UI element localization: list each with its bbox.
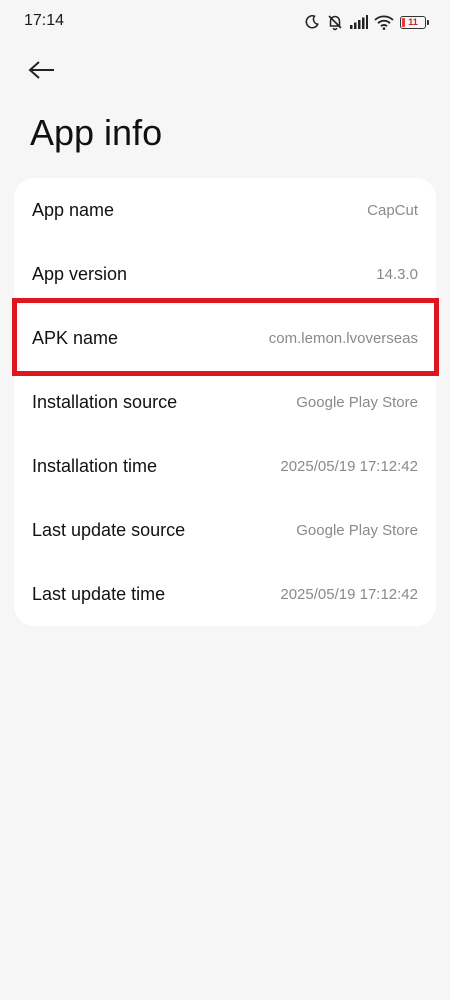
info-row-app-name[interactable]: App name CapCut [14,178,436,242]
row-label: APK name [32,327,119,348]
wifi-icon [374,15,394,30]
signal-icon [350,15,368,29]
arrow-left-icon [28,60,56,85]
battery-icon: 11 [400,15,429,29]
row-label: Last update source [32,519,186,540]
info-row-last-update-source[interactable]: Last update source Google Play Store [14,498,436,562]
row-value: Google Play Store [296,521,418,539]
battery-fill [402,17,405,27]
page-title: App info [30,112,163,153]
row-label: Installation time [32,455,158,476]
info-row-last-update-time[interactable]: Last update time 2025/05/19 17:12:42 [14,562,436,626]
row-value: CapCut [367,201,418,219]
back-button[interactable] [22,52,62,92]
row-label: Installation source [32,391,178,412]
row-label: App version [32,263,128,284]
battery-level: 11 [408,16,418,27]
info-row-apk-name[interactable]: APK name com.lemon.lvoverseas [14,306,436,370]
status-icons: 11 [304,12,429,32]
info-row-app-version[interactable]: App version 14.3.0 [14,242,436,306]
row-label: Last update time [32,583,166,604]
row-value: com.lemon.lvoverseas [268,329,418,347]
status-time: 17:14 [24,12,65,29]
status-bar: 17:14 11 [0,0,450,44]
row-label: App name [32,199,115,220]
info-row-installation-source[interactable]: Installation source Google Play Store [14,370,436,434]
moon-icon [304,14,320,30]
row-value: 2025/05/19 17:12:42 [280,457,418,475]
row-value: 14.3.0 [376,265,418,283]
muted-bell-icon [326,13,344,31]
info-row-installation-time[interactable]: Installation time 2025/05/19 17:12:42 [14,434,436,498]
row-value: Google Play Store [296,393,418,411]
row-value: 2025/05/19 17:12:42 [280,585,418,603]
app-info-card: App name CapCut App version 14.3.0 APK n… [14,178,436,626]
